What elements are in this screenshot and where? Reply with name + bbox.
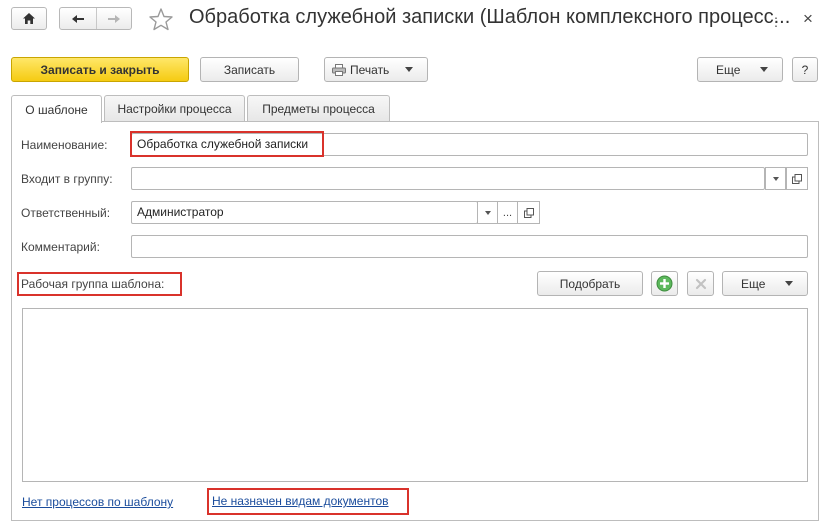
home-button[interactable] — [11, 7, 47, 30]
tab-label: Предметы процесса — [262, 102, 375, 116]
save-button[interactable]: Записать — [200, 57, 299, 82]
help-button[interactable]: ? — [792, 57, 818, 82]
favorite-star-icon[interactable] — [148, 7, 174, 34]
save-and-close-label: Записать и закрыть — [40, 62, 160, 77]
tab-label: Настройки процесса — [117, 102, 232, 116]
tab-panel — [11, 121, 819, 521]
arrow-left-icon — [71, 14, 84, 23]
print-label: Печать — [350, 62, 390, 77]
page-title: Обработка служебной записки (Шаблон комп… — [189, 6, 791, 28]
chevron-down-icon — [405, 67, 414, 72]
navigation-buttons — [59, 7, 132, 30]
print-button[interactable]: Печать — [324, 57, 428, 82]
save-and-close-button[interactable]: Записать и закрыть — [11, 57, 189, 82]
printer-icon — [332, 63, 346, 76]
close-icon[interactable]: × — [803, 9, 813, 29]
tab-process-settings[interactable]: Настройки процесса — [104, 95, 245, 122]
save-label: Записать — [223, 62, 276, 77]
more-menu-icon[interactable]: ⋮ — [770, 15, 783, 29]
tab-about-template[interactable]: О шаблоне — [11, 95, 102, 123]
tab-process-subjects[interactable]: Предметы процесса — [247, 95, 390, 122]
tab-label: О шаблоне — [25, 102, 88, 117]
more-label: Еще — [716, 62, 741, 77]
forward-button[interactable] — [95, 8, 132, 29]
help-label: ? — [801, 62, 809, 77]
arrow-right-icon — [107, 14, 120, 23]
more-button[interactable]: Еще — [697, 57, 783, 82]
home-icon — [23, 13, 35, 24]
chevron-down-icon — [760, 67, 769, 72]
back-button[interactable] — [60, 8, 96, 29]
